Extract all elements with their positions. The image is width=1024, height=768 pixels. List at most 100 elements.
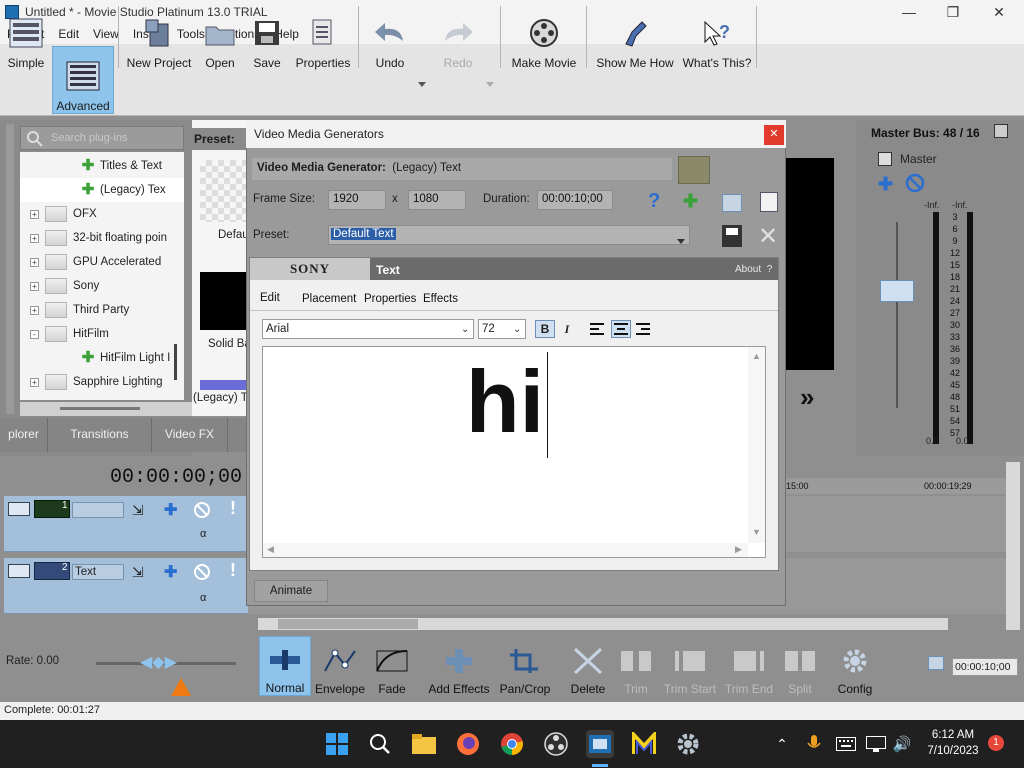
collapse-icon[interactable]: - xyxy=(30,329,39,339)
insert-fx-icon[interactable]: ✚ xyxy=(683,191,698,212)
track-solo-icon[interactable]: ! xyxy=(230,560,236,581)
bold-button[interactable]: B xyxy=(535,320,555,338)
whats-this-button[interactable]: ? What's This? xyxy=(682,4,752,70)
timeline-icon[interactable] xyxy=(722,194,742,212)
scroll-right-icon[interactable]: ▶ xyxy=(735,544,742,555)
expand-icon[interactable]: + xyxy=(30,281,39,291)
start-windows-icon[interactable] xyxy=(323,730,351,758)
track-expand-icon[interactable] xyxy=(8,502,30,516)
preset-thumb-legacy[interactable] xyxy=(200,380,246,390)
file-explorer-icon[interactable] xyxy=(410,730,438,758)
tree-item-gpu-accelerated[interactable]: + GPU Accelerated xyxy=(20,250,184,274)
track-fx-icon[interactable]: ✚ xyxy=(164,500,177,520)
view-mode-2-icon[interactable] xyxy=(720,156,744,184)
network-icon[interactable] xyxy=(862,730,890,758)
text-horizontal-scrollbar[interactable]: ◀ ▶ xyxy=(263,543,748,557)
scroll-left-icon[interactable]: ◀ xyxy=(267,544,274,555)
split-button[interactable]: Split xyxy=(778,636,822,696)
delete-preset-icon[interactable]: ✕ xyxy=(758,222,778,251)
duration-field[interactable]: 00:00:10;00 xyxy=(537,190,613,210)
insert-fx-icon[interactable]: ✚ xyxy=(878,174,893,195)
frame-height-field[interactable]: 1080 xyxy=(408,190,466,210)
align-left-button[interactable] xyxy=(587,320,607,338)
preset-select[interactable]: Default Text xyxy=(328,225,690,245)
track-expand-icon[interactable] xyxy=(8,564,30,578)
preset-thumb-default[interactable] xyxy=(200,160,246,222)
tree-item-ofx[interactable]: + OFX xyxy=(20,202,184,226)
menu-view[interactable]: View xyxy=(86,27,126,41)
font-select[interactable]: Arial ⌄ xyxy=(262,319,474,339)
view-mode-icon[interactable] xyxy=(678,156,710,184)
rate-slider-handle-icon[interactable]: ◀◆▶ xyxy=(140,652,177,672)
track-name-field[interactable]: Text xyxy=(72,564,124,580)
save-preset-icon[interactable] xyxy=(722,225,742,247)
tree-item-32bit[interactable]: +32-bit floating poin xyxy=(20,226,184,250)
track-mute-icon[interactable] xyxy=(192,562,212,585)
timeline-vertical-scrollbar[interactable] xyxy=(1006,462,1020,630)
tree-item-third-party[interactable]: + Third Party xyxy=(20,298,184,322)
mute-icon[interactable] xyxy=(904,172,926,197)
panel-grip[interactable] xyxy=(6,124,14,414)
timeline-ruler[interactable]: 15:00 00:00:19;29 xyxy=(784,478,1006,494)
yellow-m-app-icon[interactable] xyxy=(630,730,658,758)
track-alpha-icon[interactable]: α xyxy=(200,592,206,604)
page-icon[interactable] xyxy=(760,192,778,212)
show-me-how-button[interactable]: Show Me How xyxy=(594,4,676,70)
scroll-up-icon[interactable]: ▲ xyxy=(752,351,761,361)
close-window-button[interactable]: ✕ xyxy=(976,0,1022,24)
bus-properties-icon[interactable] xyxy=(994,124,1008,138)
config-button[interactable]: Config xyxy=(834,636,876,696)
track-fx-icon[interactable]: ✚ xyxy=(164,562,177,582)
chrome-icon[interactable] xyxy=(498,730,526,758)
advanced-mode-button[interactable]: Advanced xyxy=(52,46,114,114)
track-alpha-icon[interactable]: α xyxy=(200,528,206,540)
search-icon[interactable] xyxy=(366,730,394,758)
italic-button[interactable]: I xyxy=(557,320,577,338)
obs-icon[interactable] xyxy=(542,730,570,758)
properties-button[interactable]: Properties xyxy=(292,4,354,70)
open-button[interactable]: Open xyxy=(200,4,240,70)
tray-chevron-up-icon[interactable]: ⌃ xyxy=(768,730,796,758)
volume-icon[interactable]: 🔊 xyxy=(888,730,916,758)
fade-tool-button[interactable]: Fade xyxy=(372,636,412,696)
align-right-button[interactable] xyxy=(633,320,653,338)
align-center-button[interactable] xyxy=(611,320,631,338)
tree-item-sapphire-lighting[interactable]: + Sapphire Lighting xyxy=(20,370,184,394)
undo-dropdown-icon[interactable] xyxy=(418,76,426,90)
simple-mode-button[interactable]: Simple xyxy=(4,4,48,70)
tree-item-hitfilm[interactable]: - HitFilm xyxy=(20,322,184,346)
tree-item-hitfilm-light[interactable]: ✚ HitFilm Light I xyxy=(20,346,184,370)
preset-thumb-solid[interactable] xyxy=(200,272,246,330)
add-effects-button[interactable]: Add Effects xyxy=(428,636,490,696)
trim-button[interactable]: Trim xyxy=(614,636,658,696)
font-size-select[interactable]: 72 ⌄ xyxy=(478,319,526,339)
tab-placement[interactable]: Placement xyxy=(302,293,356,305)
timeline-horizontal-scrollbar[interactable] xyxy=(258,618,948,630)
expand-icon[interactable]: + xyxy=(30,209,39,219)
tab-explorer[interactable]: plorer xyxy=(0,418,48,452)
redo-dropdown-icon[interactable] xyxy=(486,76,494,90)
bus-box-icon[interactable] xyxy=(878,152,892,166)
tree-item-legacy-text[interactable]: ✚ (Legacy) Tex xyxy=(20,178,184,202)
redo-button[interactable]: Redo xyxy=(434,4,482,70)
track-solo-icon[interactable]: ! xyxy=(230,498,236,519)
view-mode-3-icon[interactable] xyxy=(752,156,782,184)
pan-crop-button[interactable]: Pan/Crop xyxy=(498,636,552,696)
about-link[interactable]: About ? xyxy=(735,264,772,275)
plugin-search-input[interactable]: Search plug-ins xyxy=(20,126,184,150)
trim-start-button[interactable]: Trim Start xyxy=(662,636,718,696)
tab-properties[interactable]: Properties xyxy=(364,293,416,305)
track-name-field[interactable] xyxy=(72,502,124,518)
animate-button[interactable]: Animate xyxy=(254,580,328,602)
track-header-video-2[interactable]: 2 Text ⇲ ✚ ! α xyxy=(4,558,248,614)
minimize-button[interactable]: — xyxy=(886,0,932,24)
expand-icon[interactable]: + xyxy=(30,233,39,243)
track-mute-icon[interactable] xyxy=(192,500,212,523)
expand-icon[interactable]: + xyxy=(30,377,39,387)
maximize-button[interactable]: ❐ xyxy=(930,0,976,24)
tab-edit[interactable]: Edit xyxy=(260,292,280,304)
track-motion-icon[interactable]: ⇲ xyxy=(132,564,144,581)
fader-handle[interactable] xyxy=(880,280,914,302)
trim-end-button[interactable]: Trim End xyxy=(724,636,774,696)
tab-video-fx[interactable]: Video FX xyxy=(152,418,228,452)
